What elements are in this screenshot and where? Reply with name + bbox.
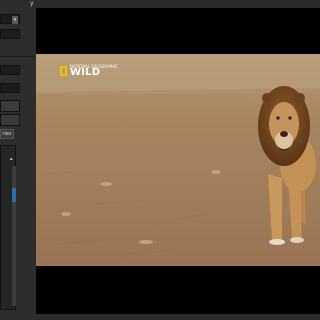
panel-top-label: y xyxy=(30,0,34,7)
text-field-3[interactable] xyxy=(0,83,20,93)
settings-panel: y ▾ ries ▴ xyxy=(0,0,36,320)
logo-frame-icon xyxy=(60,66,67,76)
action-button-1[interactable] xyxy=(0,100,20,112)
video-frame: NATIONAL GEOGRAPHIC WILD xyxy=(36,54,320,266)
logo-brand-text: WILD xyxy=(70,67,101,78)
text-field-1[interactable] xyxy=(0,29,20,39)
stepper-up-icon[interactable]: ▴ xyxy=(10,156,13,162)
tab-series-label: ries xyxy=(2,131,12,137)
tab-series[interactable]: ries xyxy=(0,129,14,139)
lion-scene-image xyxy=(36,54,320,266)
text-field-2[interactable] xyxy=(0,65,20,75)
video-viewer[interactable]: NATIONAL GEOGRAPHIC WILD xyxy=(36,8,320,314)
scrollbar-thumb[interactable] xyxy=(12,188,16,202)
chevron-down-icon[interactable]: ▾ xyxy=(12,16,18,24)
action-button-2[interactable] xyxy=(0,114,20,126)
list-box[interactable]: ▴ xyxy=(0,145,16,310)
list-scrollbar[interactable] xyxy=(12,166,16,306)
divider xyxy=(0,56,36,57)
source-dropdown[interactable]: ▾ xyxy=(0,14,20,24)
